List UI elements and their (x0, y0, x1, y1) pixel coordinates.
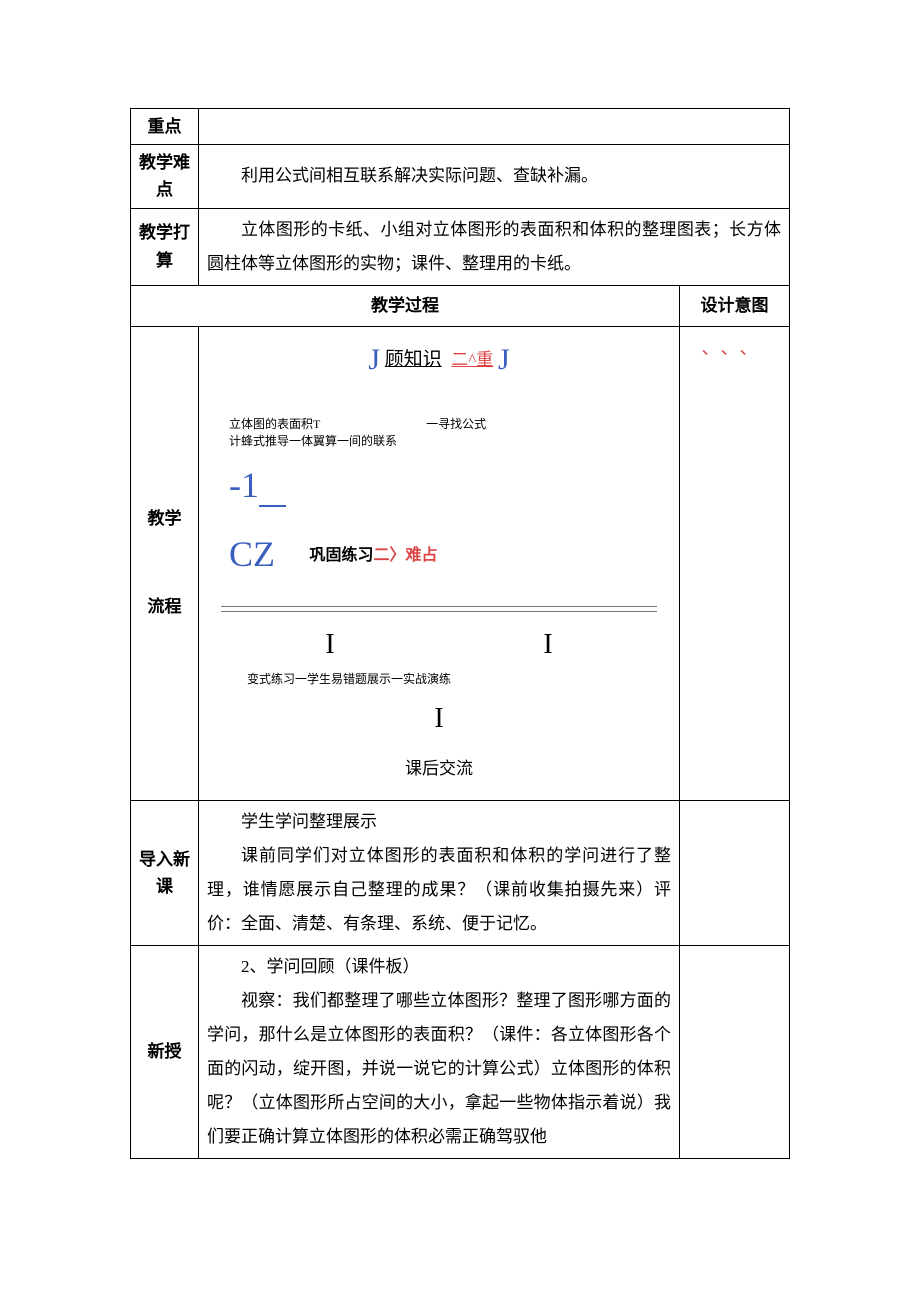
flow-small-line1: 立体图的表面积T 一寻找公式 (229, 416, 671, 433)
table-row: 教学 流程 J 顾知识 二^重 J 立体图的表面积T 一寻找公式 计蜂式推导一体… (131, 326, 790, 800)
label-flow: 教学 流程 (131, 326, 199, 800)
table-row: 重点 (131, 109, 790, 145)
design-intro (680, 800, 790, 945)
design-marks: 、、、 (680, 326, 790, 800)
divider-icon (221, 611, 657, 612)
flow-variant-line: 变式练习一学生易错题展示一实战演练 (247, 671, 671, 688)
table-row: 教学打算 立体图形的卡纸、小组对立体图形的表面积和体积的整理图表；长方体圆柱体等… (131, 208, 790, 285)
table-row: 教学难点 利用公式间相互联系解决实际问题、查缺补漏。 (131, 145, 790, 208)
label-difficulty: 教学难点 (131, 145, 199, 208)
header-process: 教学过程 (131, 285, 680, 326)
flow-after-class: 课后交流 (207, 753, 671, 785)
flow-minus-one: -1 (229, 451, 671, 519)
flow-cz: CZ (229, 534, 275, 574)
table-row: 教学过程 设计意图 (131, 285, 790, 326)
flow-cz-line: CZ 巩固练习二〉难占 (229, 520, 671, 588)
lesson-plan-table: 重点 教学难点 利用公式间相互联系解决实际问题、查缺补漏。 教学打算 立体图形的… (130, 108, 790, 1159)
flow-title-mid: 顾知识 (385, 349, 442, 370)
content-intro: 学生学问整理展示 课前同学们对立体图形的表面积和体积的学问进行了整理，谁情愿展示… (199, 800, 680, 945)
content-keypoint (199, 109, 790, 145)
flow-letter-j1: J (368, 343, 380, 376)
label-preparation: 教学打算 (131, 208, 199, 285)
table-row: 导入新课 学生学问整理展示 课前同学们对立体图形的表面积和体积的学问进行了整理，… (131, 800, 790, 945)
flow-serif-center: I (207, 692, 671, 745)
content-flow: J 顾知识 二^重 J 立体图的表面积T 一寻找公式 计蜂式推导一体翼算一间的联… (199, 326, 680, 800)
content-new: 2、学问回顾（课件板） 视察：我们都整理了哪些立体图形？整理了图形哪方面的学问，… (199, 945, 680, 1158)
divider-icon (221, 606, 657, 607)
table-row: 新授 2、学问回顾（课件板） 视察：我们都整理了哪些立体图形？整理了图形哪方面的… (131, 945, 790, 1158)
flow-letter-j2: J (498, 343, 510, 376)
content-difficulty: 利用公式间相互联系解决实际问题、查缺补漏。 (199, 145, 790, 208)
content-preparation: 立体图形的卡纸、小组对立体图形的表面积和体积的整理图表；长方体圆柱体等立体图形的… (199, 208, 790, 285)
label-keypoint: 重点 (131, 109, 199, 145)
flow-serif-marks: I I (221, 618, 657, 671)
flow-consolidate: 巩固练习二〉难占 (310, 547, 438, 564)
flow-small-line2: 计蜂式推导一体翼算一间的联系 (229, 433, 671, 450)
flow-title-red: 二^重 (451, 350, 493, 369)
header-design: 设计意图 (680, 285, 790, 326)
flow-title: J 顾知识 二^重 J (207, 337, 671, 382)
label-intro: 导入新课 (131, 800, 199, 945)
design-new (680, 945, 790, 1158)
document-page: 重点 教学难点 利用公式间相互联系解决实际问题、查缺补漏。 教学打算 立体图形的… (0, 0, 920, 1301)
label-new: 新授 (131, 945, 199, 1158)
